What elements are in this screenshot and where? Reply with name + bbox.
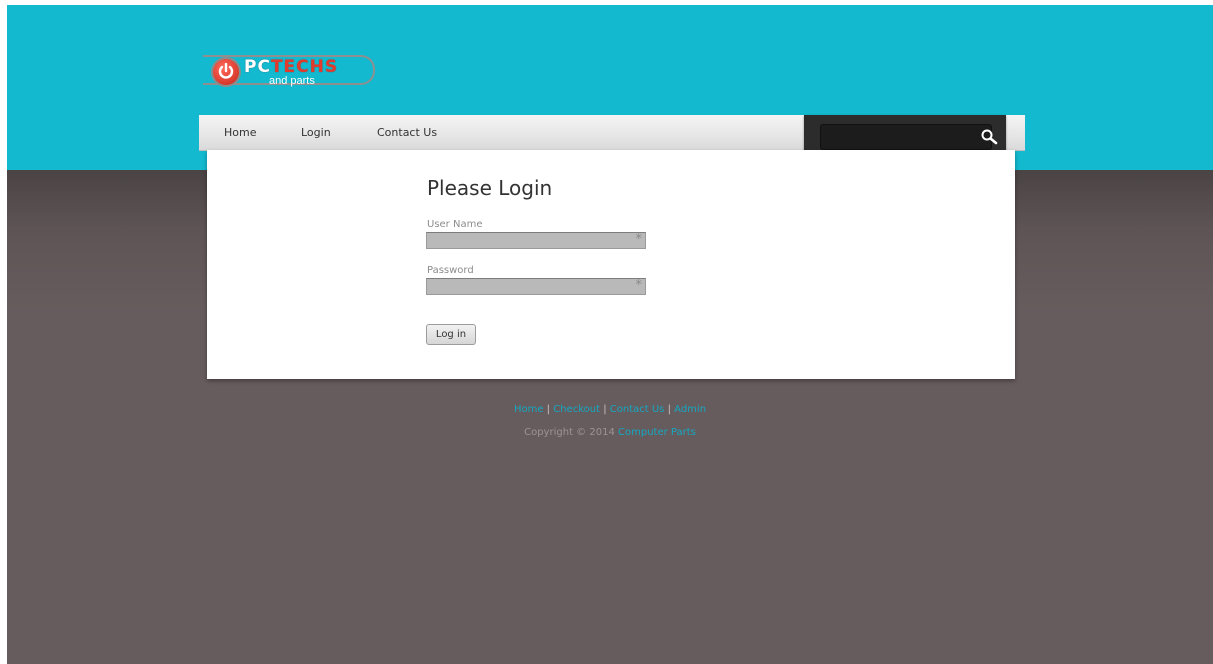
power-icon [213, 59, 239, 85]
required-icon: * [635, 232, 643, 247]
username-field[interactable]: * [426, 232, 646, 249]
logo-brand-primary: PC [244, 57, 271, 77]
search-input[interactable] [820, 124, 992, 150]
copyright: Copyright © 2014 Computer Parts [7, 427, 1213, 438]
footer-link-checkout[interactable]: Checkout [553, 404, 600, 415]
required-icon: * [635, 278, 643, 293]
copyright-text: Copyright © 2014 [524, 427, 615, 438]
footer-link-contact[interactable]: Contact Us [610, 404, 665, 415]
password-label: Password [427, 265, 474, 276]
password-field[interactable]: * [426, 278, 646, 295]
logo-subtitle: and parts [269, 75, 315, 87]
nav-login[interactable]: Login [301, 126, 331, 139]
footer-separator: | [546, 404, 551, 415]
logo-wordmark: PCTECHS [244, 58, 338, 76]
nav-contact-us[interactable]: Contact Us [377, 126, 437, 139]
footer-separator: | [603, 404, 607, 415]
copyright-link[interactable]: Computer Parts [618, 427, 696, 438]
footer-links: Home | Checkout | Contact Us | Admin [7, 404, 1213, 415]
username-label: User Name [427, 219, 483, 230]
page-title: Please Login [427, 176, 553, 200]
search-icon[interactable] [980, 128, 998, 146]
page: PCTECHS and parts Home Login Contact Us … [7, 5, 1213, 664]
login-button[interactable]: Log in [426, 324, 476, 345]
nav-home[interactable]: Home [224, 126, 256, 139]
logo-brand-accent: TECHS [270, 57, 339, 77]
footer-separator: | [667, 404, 671, 415]
site-logo[interactable]: PCTECHS and parts [203, 53, 379, 97]
login-panel: Please Login User Name * Password * Log … [207, 150, 1015, 379]
footer-link-admin[interactable]: Admin [674, 404, 706, 415]
footer-link-home[interactable]: Home [514, 404, 544, 415]
